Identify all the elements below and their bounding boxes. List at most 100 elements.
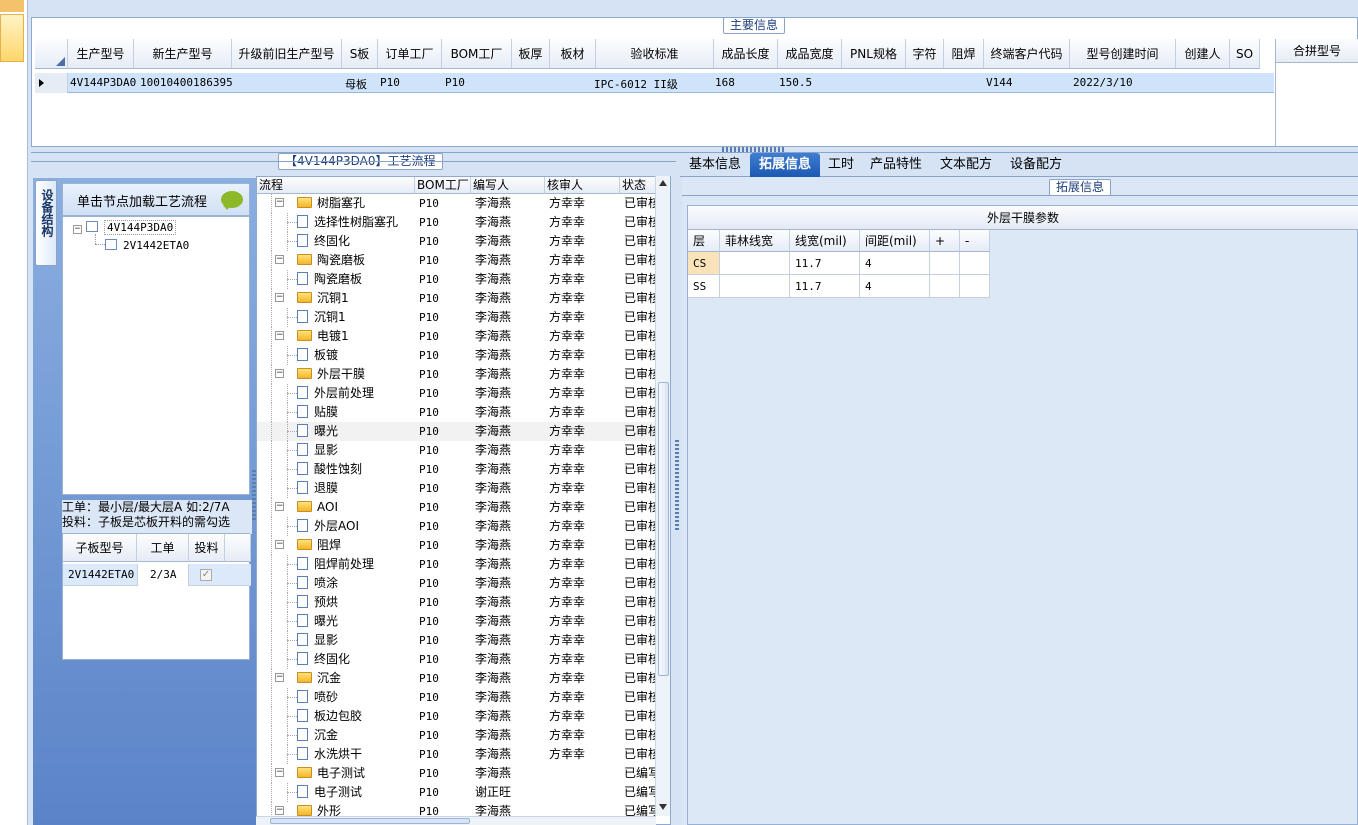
scroll-thumb[interactable] bbox=[658, 382, 669, 676]
flow-row[interactable]: 显影 P10 李海燕 方幸幸 已审核 bbox=[257, 441, 657, 460]
param-film-cell[interactable] bbox=[720, 275, 790, 298]
collapse-icon[interactable]: − bbox=[275, 673, 284, 682]
tab-equipment-structure[interactable]: 设备结构 bbox=[35, 180, 57, 266]
flow-row[interactable]: 贴膜 P10 李海燕 方幸幸 已审核 bbox=[257, 403, 657, 422]
main-col-header[interactable]: 验收标准 bbox=[596, 39, 714, 69]
flow-col-header[interactable]: 核审人 bbox=[545, 177, 620, 194]
flow-row[interactable]: 退膜 P10 李海燕 方幸幸 已审核 bbox=[257, 479, 657, 498]
tab-extended-info[interactable]: 拓展信息 bbox=[750, 153, 820, 177]
flow-row[interactable]: 电子测试 P10 谢正旺 已编写 bbox=[257, 783, 657, 802]
collapse-icon[interactable]: − bbox=[275, 502, 284, 511]
main-col-header[interactable]: SO bbox=[1230, 39, 1260, 69]
flow-row[interactable]: 阻焊前处理 P10 李海燕 方幸幸 已审核 bbox=[257, 555, 657, 574]
sub-col-header[interactable]: 投料 bbox=[189, 534, 225, 562]
main-col-header[interactable]: 阻焊 bbox=[944, 39, 984, 69]
main-col-header[interactable]: 型号创建时间 bbox=[1070, 39, 1176, 69]
main-col-header[interactable]: 成品长度 bbox=[714, 39, 778, 69]
tab-product-features[interactable]: 产品特性 bbox=[868, 153, 924, 177]
flow-row[interactable]: 水洗烘干 P10 李海燕 方幸幸 已审核 bbox=[257, 745, 657, 764]
flow-row[interactable]: 终固化 P10 李海燕 方幸幸 已审核 bbox=[257, 650, 657, 669]
main-col-header[interactable]: 板材 bbox=[550, 39, 596, 69]
main-col-header[interactable]: 创建人 bbox=[1176, 39, 1230, 69]
collapse-icon[interactable]: − bbox=[275, 369, 284, 378]
main-col-header[interactable]: 升级前旧生产型号 bbox=[232, 39, 342, 69]
collapse-icon[interactable]: − bbox=[275, 806, 284, 815]
flow-row[interactable]: − 电镀1 P10 李海燕 方幸幸 已审核 bbox=[257, 327, 657, 346]
param-remove-cell[interactable] bbox=[960, 275, 990, 298]
main-col-header[interactable]: 成品宽度 bbox=[778, 39, 842, 69]
param-col-header[interactable]: 层 bbox=[688, 230, 720, 252]
main-col-header[interactable]: 新生产型号 bbox=[134, 39, 232, 69]
flow-row[interactable]: 喷砂 P10 李海燕 方幸幸 已审核 bbox=[257, 688, 657, 707]
collapse-icon[interactable]: − bbox=[275, 540, 284, 549]
param-col-header[interactable]: 间距(mil) bbox=[860, 230, 930, 252]
flow-row[interactable]: − 树脂塞孔 P10 李海燕 方幸幸 已审核 bbox=[257, 194, 657, 213]
tab-equipment-recipe[interactable]: 设备配方 bbox=[1008, 153, 1064, 177]
edge-selected-item[interactable] bbox=[0, 14, 24, 62]
collapse-icon[interactable]: − bbox=[275, 331, 284, 340]
param-add-cell[interactable] bbox=[930, 275, 960, 298]
param-width-cell[interactable]: 11.7 bbox=[790, 252, 860, 275]
add-column-button[interactable]: + bbox=[930, 230, 960, 252]
flow-row[interactable]: 板边包胶 P10 李海燕 方幸幸 已审核 bbox=[257, 707, 657, 726]
sub-col-header[interactable]: 工单 bbox=[137, 534, 189, 562]
flow-row[interactable]: 曝光 P10 李海燕 方幸幸 已审核 bbox=[257, 612, 657, 631]
flow-vertical-scrollbar[interactable] bbox=[655, 176, 670, 816]
flow-row[interactable]: 沉金 P10 李海燕 方幸幸 已审核 bbox=[257, 726, 657, 745]
feed-checkbox[interactable]: ✓ bbox=[200, 569, 212, 581]
param-remove-cell[interactable] bbox=[960, 252, 990, 275]
flow-row[interactable]: 预烘 P10 李海燕 方幸幸 已审核 bbox=[257, 593, 657, 612]
flow-row[interactable]: − 外层干膜 P10 李海燕 方幸幸 已审核 bbox=[257, 365, 657, 384]
flow-row[interactable]: − 沉金 P10 李海燕 方幸幸 已审核 bbox=[257, 669, 657, 688]
flow-row[interactable]: 酸性蚀刻 P10 李海燕 方幸幸 已审核 bbox=[257, 460, 657, 479]
param-spacing-cell[interactable]: 4 bbox=[860, 252, 930, 275]
flow-row[interactable]: − 电子测试 P10 李海燕 已编写 bbox=[257, 764, 657, 783]
flow-row[interactable]: 曝光 P10 李海燕 方幸幸 已审核 bbox=[257, 422, 657, 441]
param-add-cell[interactable] bbox=[930, 252, 960, 275]
flow-row[interactable]: − 陶瓷磨板 P10 李海燕 方幸幸 已审核 bbox=[257, 251, 657, 270]
flow-row[interactable]: 终固化 P10 李海燕 方幸幸 已审核 bbox=[257, 232, 657, 251]
remove-column-button[interactable]: - bbox=[960, 230, 990, 252]
sub-grid-row[interactable]: 2V1442ETA0 2/3A ✓ bbox=[63, 564, 251, 586]
load-flow-bar[interactable]: 单击节点加载工艺流程 bbox=[62, 183, 250, 216]
main-col-header[interactable]: PNL规格 bbox=[842, 39, 906, 69]
comment-bubble-icon[interactable] bbox=[221, 191, 243, 210]
main-col-header[interactable]: S板 bbox=[342, 39, 378, 69]
main-col-header[interactable]: 生产型号 bbox=[68, 39, 134, 69]
flow-row[interactable]: 外层前处理 P10 李海燕 方幸幸 已审核 bbox=[257, 384, 657, 403]
sub-col-header[interactable]: 子板型号 bbox=[63, 534, 137, 562]
flow-row[interactable]: − 沉铜1 P10 李海燕 方幸幸 已审核 bbox=[257, 289, 657, 308]
param-col-header[interactable]: 菲林线宽 bbox=[720, 230, 790, 252]
flow-col-header[interactable]: 流程 bbox=[257, 177, 415, 194]
flow-row[interactable]: 沉铜1 P10 李海燕 方幸幸 已审核 bbox=[257, 308, 657, 327]
tab-work-hours[interactable]: 工时 bbox=[824, 153, 858, 177]
collapse-icon[interactable]: − bbox=[275, 768, 284, 777]
scroll-down-icon[interactable] bbox=[659, 804, 667, 810]
flow-row[interactable]: − 阻焊 P10 李海燕 方幸幸 已审核 bbox=[257, 536, 657, 555]
flow-row[interactable]: 喷涂 P10 李海燕 方幸幸 已审核 bbox=[257, 574, 657, 593]
param-layer-cell[interactable]: SS bbox=[688, 275, 720, 298]
collapse-icon[interactable]: − bbox=[73, 225, 82, 234]
tree-node-root[interactable]: − 4V144P3DA0 bbox=[73, 219, 177, 236]
collapse-icon[interactable]: − bbox=[275, 198, 284, 207]
vertical-splitter-grip-right[interactable] bbox=[675, 440, 679, 530]
flow-row[interactable]: 外层AOI P10 李海燕 方幸幸 已审核 bbox=[257, 517, 657, 536]
hscroll-thumb[interactable] bbox=[270, 818, 470, 824]
tab-text-recipe[interactable]: 文本配方 bbox=[938, 153, 994, 177]
flow-row[interactable]: 选择性树脂塞孔 P10 李海燕 方幸幸 已审核 bbox=[257, 213, 657, 232]
flow-row[interactable]: 陶瓷磨板 P10 李海燕 方幸幸 已审核 bbox=[257, 270, 657, 289]
tab-basic-info[interactable]: 基本信息 bbox=[684, 153, 746, 177]
flow-col-header[interactable]: 状态 bbox=[620, 177, 660, 194]
param-film-cell[interactable] bbox=[720, 252, 790, 275]
collapse-icon[interactable]: − bbox=[275, 255, 284, 264]
main-col-header[interactable]: 终端客户代码 bbox=[984, 39, 1070, 69]
flow-col-header[interactable]: BOM工厂 bbox=[415, 177, 471, 194]
param-layer-cell[interactable]: CS bbox=[688, 252, 720, 275]
param-col-header[interactable]: 线宽(mil) bbox=[790, 230, 860, 252]
flow-row[interactable]: 显影 P10 李海燕 方幸幸 已审核 bbox=[257, 631, 657, 650]
param-spacing-cell[interactable]: 4 bbox=[860, 275, 930, 298]
tree-node-child[interactable]: 2V1442ETA0 bbox=[105, 237, 189, 254]
flow-col-header[interactable]: 编写人 bbox=[471, 177, 545, 194]
flow-row[interactable]: 板镀 P10 李海燕 方幸幸 已审核 bbox=[257, 346, 657, 365]
scroll-up-icon[interactable] bbox=[659, 180, 667, 186]
